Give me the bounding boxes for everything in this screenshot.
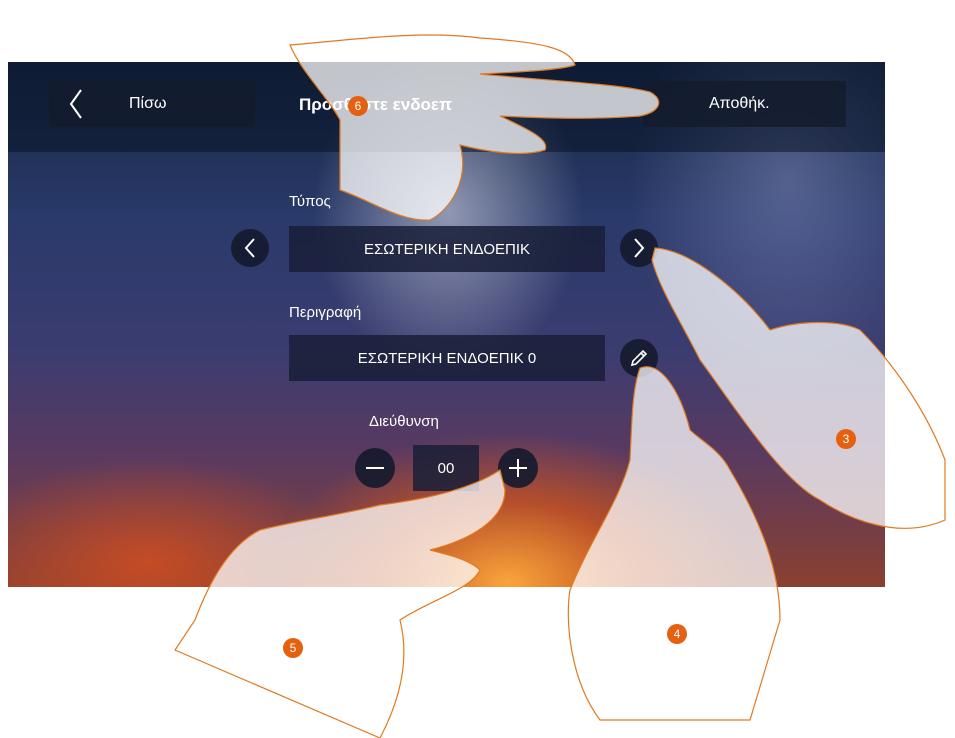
callout-6-label: 6 xyxy=(354,99,362,113)
callout-3: 3 xyxy=(836,429,856,449)
hand-illustrations xyxy=(174,34,946,738)
callout-5-label: 5 xyxy=(289,641,297,655)
callout-3-label: 3 xyxy=(842,432,850,446)
callout-5: 5 xyxy=(283,638,303,658)
callout-4-label: 4 xyxy=(673,627,681,641)
callout-6: 6 xyxy=(348,96,368,116)
left-hand-outline xyxy=(174,469,506,738)
top-hand-outline xyxy=(289,34,660,221)
callout-4: 4 xyxy=(667,624,687,644)
